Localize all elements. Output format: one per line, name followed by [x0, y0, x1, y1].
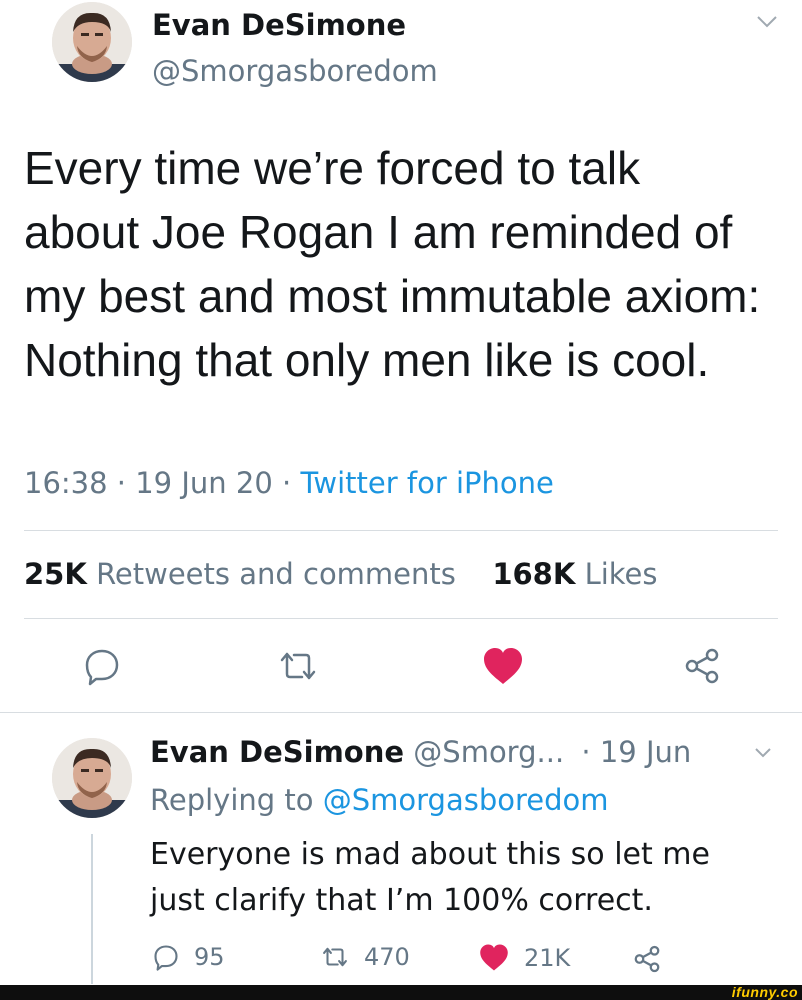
reply-author-handle[interactable]: @Smorg... — [413, 735, 564, 769]
avatar-photo — [52, 738, 132, 818]
retweet-icon[interactable] — [276, 646, 320, 686]
like-count: 21K — [524, 943, 571, 972]
avatar-photo — [52, 2, 132, 82]
author-name[interactable]: Evan DeSimone — [152, 8, 406, 42]
reply-date[interactable]: · 19 Jun — [581, 735, 691, 769]
reply-action-retweet[interactable]: 470 — [320, 943, 410, 971]
retweets-count: 25K — [24, 557, 87, 591]
heart-icon — [478, 943, 510, 972]
retweet-icon — [320, 943, 350, 971]
likes-count: 168K — [492, 557, 576, 591]
retweet-count: 470 — [364, 943, 410, 971]
reply-author-avatar[interactable] — [52, 738, 132, 818]
thread-line — [91, 834, 93, 984]
reply-text: Everyone is mad about this so let me jus… — [150, 837, 710, 918]
tweet-time: 16:38 — [24, 466, 108, 500]
tweet-stats: 25K Retweets and comments 168K Likes — [24, 556, 658, 592]
divider — [24, 530, 778, 531]
replying-prefix: Replying to — [150, 783, 314, 817]
replying-handle[interactable]: @Smorgasboredom — [323, 783, 609, 817]
reply-author-name[interactable]: Evan DeSimone — [150, 735, 404, 769]
reply-count: 95 — [194, 943, 225, 971]
reply-action-like[interactable]: 21K — [478, 943, 570, 972]
share-icon[interactable] — [632, 944, 662, 974]
likes-stat[interactable]: 168K Likes — [492, 557, 657, 591]
meta-separator: · — [282, 466, 292, 500]
watermark-logo: ifunny.co — [731, 984, 798, 1000]
replying-to: Replying to @Smorgasboredom — [150, 781, 609, 819]
author-avatar[interactable] — [52, 2, 132, 82]
divider — [24, 618, 778, 619]
tweet-text: Every time we’re forced to talk about Jo… — [24, 142, 761, 386]
tweet-date[interactable]: 19 Jun 20 — [135, 466, 273, 500]
reply-icon — [152, 943, 180, 971]
share-icon[interactable] — [682, 646, 722, 686]
likes-label: Likes — [584, 557, 658, 591]
divider — [0, 712, 802, 713]
heart-icon[interactable] — [481, 646, 525, 686]
reply-action-reply[interactable]: 95 — [152, 943, 225, 971]
author-handle[interactable]: @Smorgasboredom — [152, 54, 438, 88]
tweet-source[interactable]: Twitter for iPhone — [300, 466, 553, 500]
meta-separator: · — [116, 466, 127, 500]
watermark-bar — [0, 985, 802, 1000]
chevron-down-icon[interactable] — [754, 747, 772, 759]
reply-header: Evan DeSimone @Smorg... · 19 Jun — [150, 733, 691, 771]
tweet-meta: 16:38 · 19 Jun 20 · Twitter for iPhone — [24, 465, 554, 501]
reply-icon[interactable] — [82, 646, 122, 686]
retweets-stat[interactable]: 25K Retweets and comments — [24, 557, 465, 591]
chevron-down-icon[interactable] — [756, 15, 778, 29]
retweets-label: Retweets and comments — [96, 557, 456, 591]
